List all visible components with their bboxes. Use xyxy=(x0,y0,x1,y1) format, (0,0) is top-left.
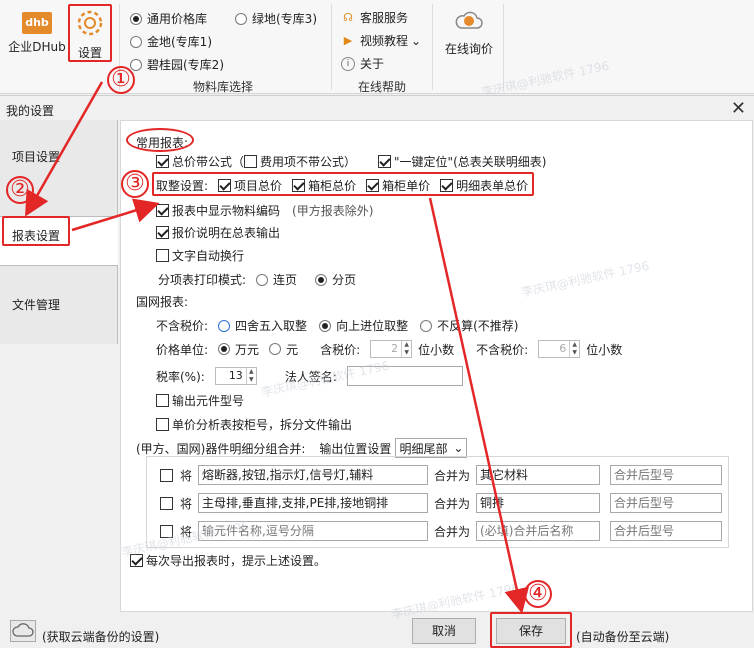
arrow-2 xyxy=(71,198,160,232)
arrow-3 xyxy=(428,197,529,614)
annotation-arrows xyxy=(25,81,529,614)
arrow-1 xyxy=(25,81,104,217)
